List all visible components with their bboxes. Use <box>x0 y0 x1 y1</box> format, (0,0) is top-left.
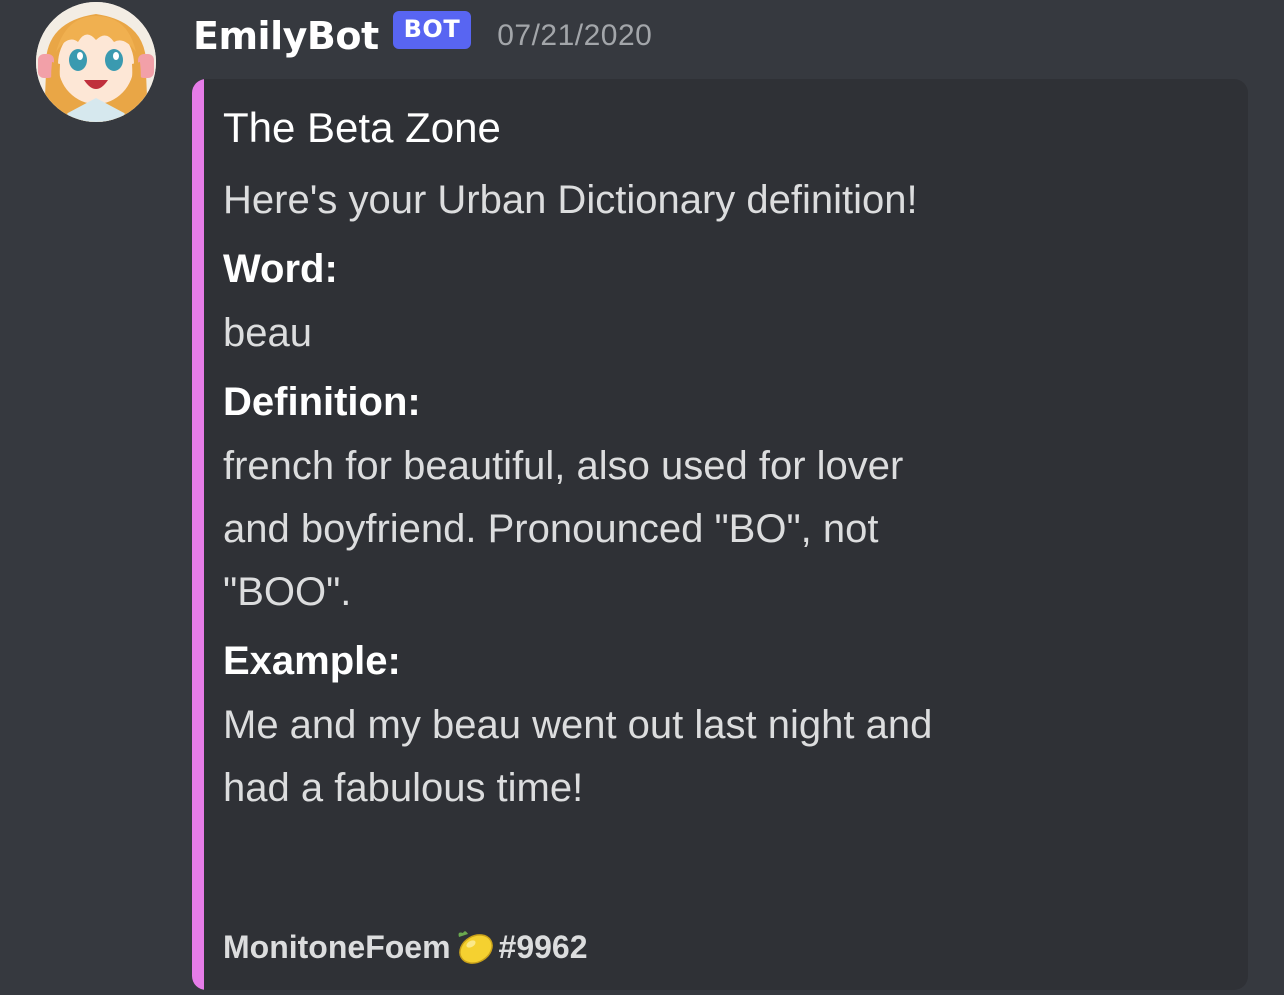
username[interactable]: EmilyBot <box>193 14 379 58</box>
embed-description: Here's your Urban Dictionary definition! <box>223 178 918 222</box>
embed-accent-bar <box>192 79 204 990</box>
field-word-value: beau <box>223 311 312 355</box>
footer-discriminator: #9962 <box>498 928 588 965</box>
field-example-name: Example: <box>223 639 401 683</box>
footer-name: MonitoneFoem <box>223 928 451 965</box>
message-header: EmilyBot BOT 07/21/2020 <box>193 6 652 66</box>
lemon-icon <box>453 925 497 969</box>
field-word-name: Word: <box>223 247 338 291</box>
chat-message: EmilyBot BOT 07/21/2020 The Beta Zone He… <box>0 0 1284 995</box>
timestamp[interactable]: 07/21/2020 <box>497 19 652 53</box>
field-definition-name: Definition: <box>223 380 421 424</box>
avatar[interactable] <box>36 2 156 122</box>
bot-badge: BOT <box>392 11 472 49</box>
field-example-value: Me and my beau went out last night and h… <box>223 703 933 810</box>
embed: The Beta Zone Here's your Urban Dictiona… <box>192 79 1248 990</box>
embed-footer: MonitoneFoem #9962 <box>223 925 588 969</box>
field-definition-value: french for beautiful, also used for love… <box>223 444 904 614</box>
embed-title: The Beta Zone <box>223 104 501 151</box>
embed-body: The Beta Zone Here's your Urban Dictiona… <box>223 103 1223 820</box>
anime-girl-avatar-icon <box>36 2 156 122</box>
